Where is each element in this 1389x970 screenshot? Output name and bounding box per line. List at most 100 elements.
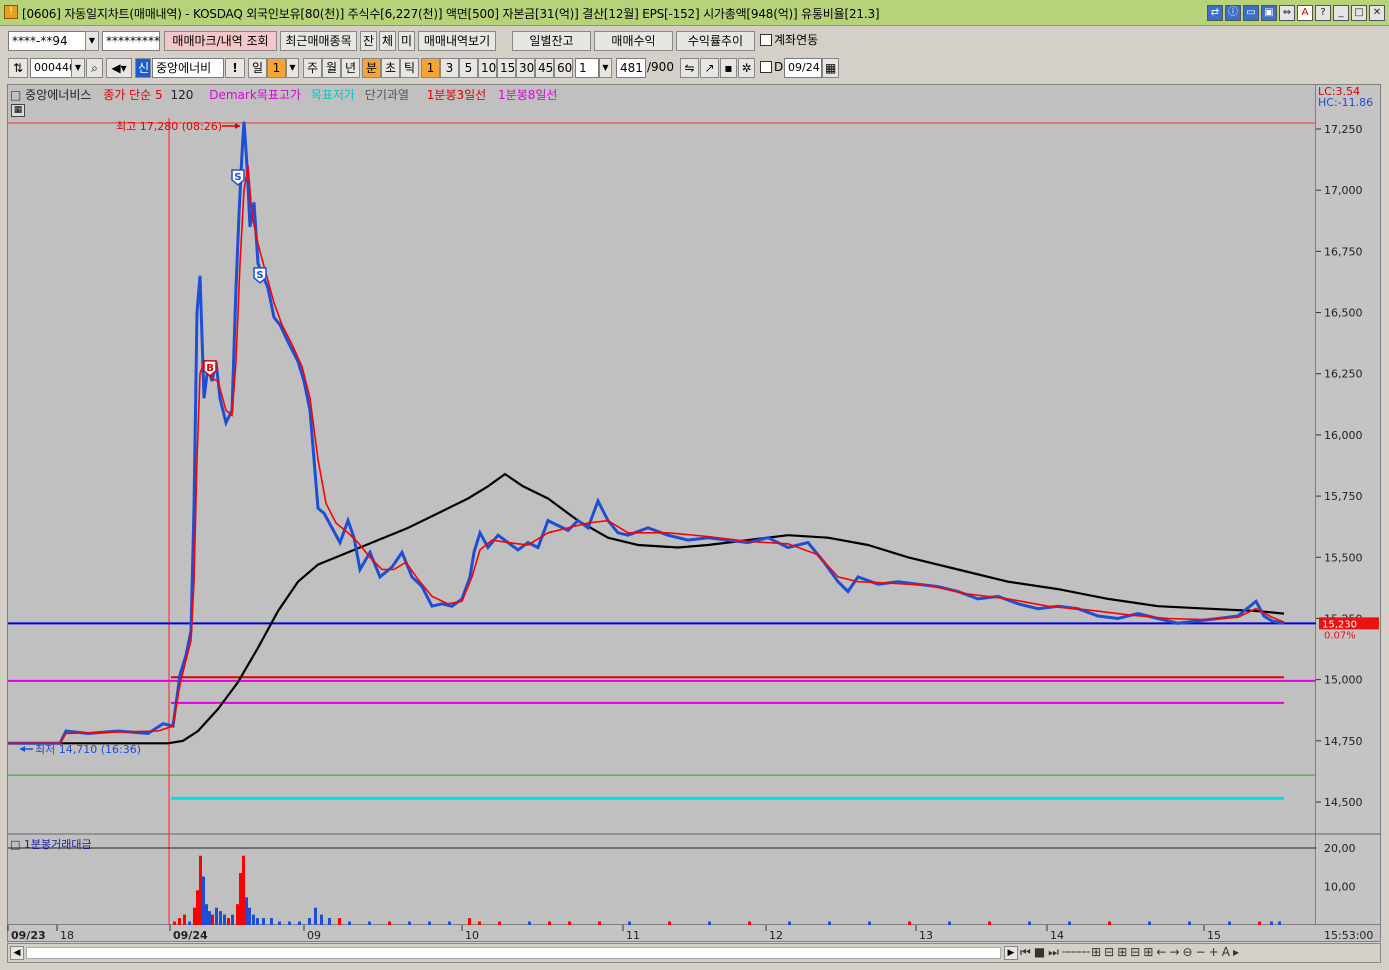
volume-bar <box>1270 921 1273 925</box>
volume-bar <box>236 904 239 925</box>
volume-bar <box>528 921 531 925</box>
signal-label: S <box>234 172 241 183</box>
y-tick-label: 17,000 <box>1324 184 1363 197</box>
volume-bar <box>388 921 391 925</box>
x-tick-label: 14 <box>1050 929 1064 942</box>
current-price-label: 15,230 <box>1322 619 1357 630</box>
text-size-icon[interactable]: A <box>1222 945 1230 960</box>
volume-bar <box>199 855 202 925</box>
arrow-right-icon[interactable]: → <box>1169 945 1179 960</box>
volume-bar <box>328 918 331 925</box>
rewind-icon[interactable]: ⏮ <box>1020 945 1031 960</box>
volume-bar <box>468 918 471 925</box>
legend-stock: 중앙에너비스 <box>25 88 92 102</box>
y-tick-label: 17,250 <box>1324 123 1363 136</box>
ma5-line <box>8 165 1285 745</box>
volume-title: □ 1분봉거래대금 <box>10 838 92 851</box>
volume-bar <box>248 907 251 925</box>
time-label: 15:53:00 <box>1324 929 1373 942</box>
arrow-left-icon[interactable]: ← <box>1156 945 1166 960</box>
volume-bars: 20,00 10,00 <box>8 833 1381 925</box>
volume-bar <box>308 918 311 925</box>
volume-bar <box>245 897 248 925</box>
more-icon[interactable]: ▸ <box>1233 945 1239 960</box>
y-tick-label: 14,500 <box>1324 796 1363 809</box>
legend-ma120: 120 <box>170 88 194 102</box>
y-tick-label: 14,750 <box>1324 735 1363 748</box>
volume-bar <box>498 921 501 925</box>
y-axis-labels: 17,250 17,000 16,750 16,500 16,250 16,000 15,7… <box>1316 123 1363 809</box>
volume-bar <box>1108 921 1111 925</box>
volume-tick-label: 20,00 <box>1324 842 1356 855</box>
signal-s-0: S <box>231 169 245 186</box>
table-toggle-icon[interactable]: ▦ <box>11 104 25 117</box>
volume-bar <box>227 918 230 925</box>
volume-bar <box>239 873 242 925</box>
volume-bar <box>708 921 711 925</box>
volume-bar <box>202 876 205 925</box>
volume-bar <box>348 921 351 925</box>
layout-icon-1[interactable]: ⊞ <box>1091 945 1101 960</box>
zoom-range-icon[interactable]: ╌╌╌╌╌ <box>1062 945 1090 960</box>
high-arrow-head <box>235 123 240 129</box>
x-tick-label: 12 <box>769 929 783 942</box>
low-arrow-head <box>20 746 25 752</box>
high-label: 최고 17,280 (08:26) <box>116 120 222 133</box>
stop-icon[interactable]: ■ <box>1034 945 1045 960</box>
legend-overheat: 단기과열 <box>364 88 409 102</box>
volume-bar <box>320 914 323 925</box>
layout-icon-5[interactable]: ⊞ <box>1143 945 1153 960</box>
layout-icon-3[interactable]: ⊞ <box>1117 945 1127 960</box>
volume-bar <box>1228 921 1231 925</box>
ma5-polyline <box>8 165 1285 745</box>
volume-bar <box>428 921 431 925</box>
volume-bar <box>1278 921 1281 925</box>
x-tick-label: 09/24 <box>173 929 208 942</box>
playback-controls: ⏮ ■ ⏭ ╌╌╌╌╌ ⊞ ⊟ ⊞ ⊟ ⊞ ← → ⊖ − + A ▸ <box>1020 945 1239 960</box>
volume-bar <box>948 921 951 925</box>
chart-legend: □ 중앙에너비스 종가 단순 5 120 Demark목표고가 목표저가 단기과… <box>10 88 558 102</box>
volume-bar <box>668 921 671 925</box>
volume-bar <box>1028 921 1031 925</box>
scroll-left-icon[interactable]: ◀ <box>10 946 24 960</box>
volume-bar <box>298 921 301 925</box>
minus-icon[interactable]: − <box>1196 945 1206 960</box>
volume-bar <box>1068 921 1071 925</box>
y-tick-label: 15,000 <box>1324 674 1363 687</box>
volume-bar <box>252 914 255 925</box>
volume-bar <box>178 918 181 925</box>
volume-bar <box>368 921 371 925</box>
volume-bar <box>908 921 911 925</box>
volume-bar <box>448 921 451 925</box>
layout-icon-2[interactable]: ⊟ <box>1104 945 1114 960</box>
volume-bar <box>478 921 481 925</box>
volume-bar <box>223 914 226 925</box>
plus-icon[interactable]: + <box>1209 945 1219 960</box>
forward-icon[interactable]: ⏭ <box>1048 945 1059 960</box>
y-tick-label: 16,250 <box>1324 368 1363 381</box>
volume-bar <box>748 921 751 925</box>
x-tick-label: 09/23 <box>11 929 46 942</box>
zoom-out-icon[interactable]: ⊖ <box>1183 945 1193 960</box>
x-tick-label: 11 <box>626 929 640 942</box>
volume-bar <box>256 918 259 925</box>
volume-bar <box>788 921 791 925</box>
scroll-track[interactable] <box>26 947 1001 959</box>
y-tick-label: 16,000 <box>1324 429 1363 442</box>
volume-bar <box>408 921 411 925</box>
volume-bar <box>183 914 186 925</box>
scroll-right-icon[interactable]: ▶ <box>1004 946 1018 960</box>
volume-tick-label: 10,00 <box>1324 881 1356 894</box>
price-polyline <box>8 121 1285 745</box>
chart-canvas: S B S 17,250 17,000 16,750 16,500 16,250 16,000… <box>7 118 1381 942</box>
layout-icon-4[interactable]: ⊟ <box>1130 945 1140 960</box>
signal-label: B <box>206 363 214 374</box>
x-tick-label: 18 <box>60 929 74 942</box>
x-tick-label: 09 <box>307 929 321 942</box>
chart-scrollbar[interactable]: ◀ ▶ ⏮ ■ ⏭ ╌╌╌╌╌ ⊞ ⊟ ⊞ ⊟ ⊞ ← → ⊖ − + A ▸ <box>7 943 1381 963</box>
legend-3day: 1분봉3일선 <box>426 88 487 102</box>
volume-bar <box>598 921 601 925</box>
y-tick-label: 15,500 <box>1324 551 1363 564</box>
volume-bar <box>205 904 208 925</box>
price-line <box>8 121 1285 745</box>
